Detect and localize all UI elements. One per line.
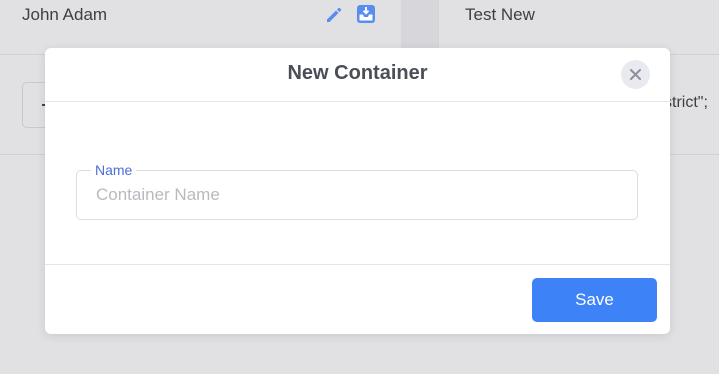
- dialog-title: New Container: [287, 62, 428, 84]
- background-code-snippet: strict";: [664, 94, 708, 111]
- dialog-footer-divider: [45, 264, 670, 265]
- card-title-right: Test New: [465, 5, 535, 24]
- close-icon: [630, 69, 641, 80]
- close-button[interactable]: [621, 60, 650, 89]
- new-container-dialog: New Container Name Save: [45, 48, 670, 334]
- container-name-field: Name: [76, 162, 638, 220]
- card-title-left: John Adam: [22, 5, 108, 24]
- pencil-icon[interactable]: [324, 5, 344, 25]
- dialog-header: New Container: [45, 48, 670, 102]
- save-button[interactable]: Save: [532, 278, 657, 322]
- save-to-inbox-icon[interactable]: [356, 4, 376, 24]
- container-name-input[interactable]: [78, 172, 636, 218]
